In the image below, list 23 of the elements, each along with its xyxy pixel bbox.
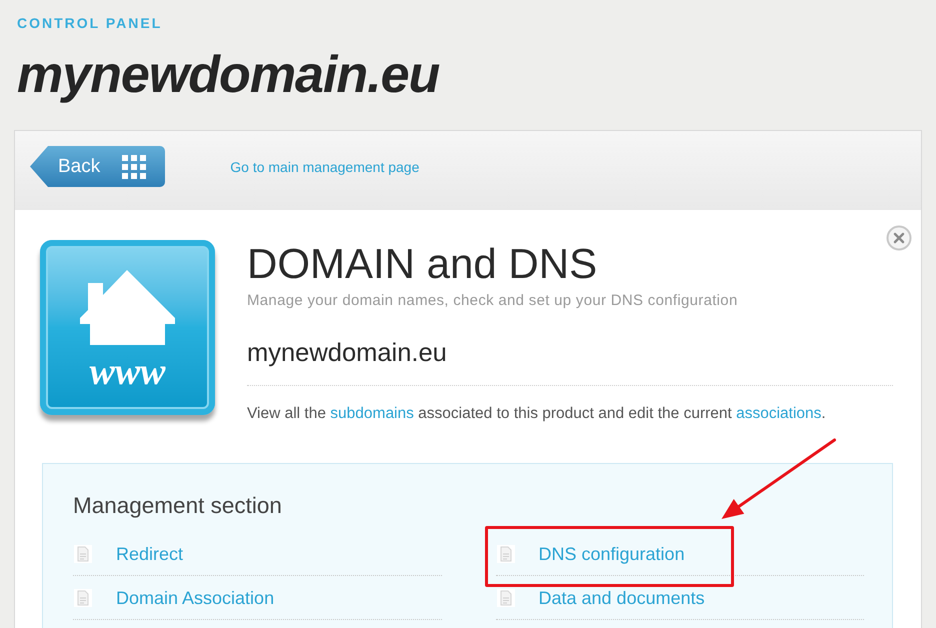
main-page-link[interactable]: Go to main management page bbox=[230, 158, 420, 176]
eyebrow-label: CONTROL PANEL bbox=[17, 14, 162, 32]
document-icon bbox=[74, 588, 92, 606]
section-link[interactable]: DNS configuration bbox=[538, 542, 685, 564]
domain-name: mynewdomain.eu bbox=[247, 338, 447, 368]
section-heading: Management section bbox=[73, 492, 282, 520]
text-link[interactable]: subdomains bbox=[330, 405, 414, 422]
back-button[interactable]: Back bbox=[30, 146, 166, 187]
document-icon bbox=[74, 544, 92, 562]
text-link[interactable]: associations bbox=[736, 405, 822, 422]
section-link[interactable]: Redirect bbox=[116, 542, 184, 564]
product-subtitle: Manage your domain names, check and set up your DNS configuration bbox=[247, 292, 738, 310]
document-icon bbox=[496, 588, 514, 606]
house-icon bbox=[80, 270, 175, 345]
document-icon bbox=[496, 544, 514, 562]
section-link[interactable]: Data and documents bbox=[538, 586, 705, 608]
product-title: DOMAIN and DNS bbox=[247, 240, 598, 288]
description-text: View all the subdomains associated to this product and edit the current associations. bbox=[247, 404, 826, 424]
close-icon[interactable] bbox=[886, 225, 912, 251]
logo-text: www bbox=[89, 357, 166, 387]
section-link[interactable]: Domain Association bbox=[116, 586, 274, 608]
page-title: mynewdomain.eu bbox=[17, 47, 440, 103]
grid-icon bbox=[122, 154, 146, 178]
